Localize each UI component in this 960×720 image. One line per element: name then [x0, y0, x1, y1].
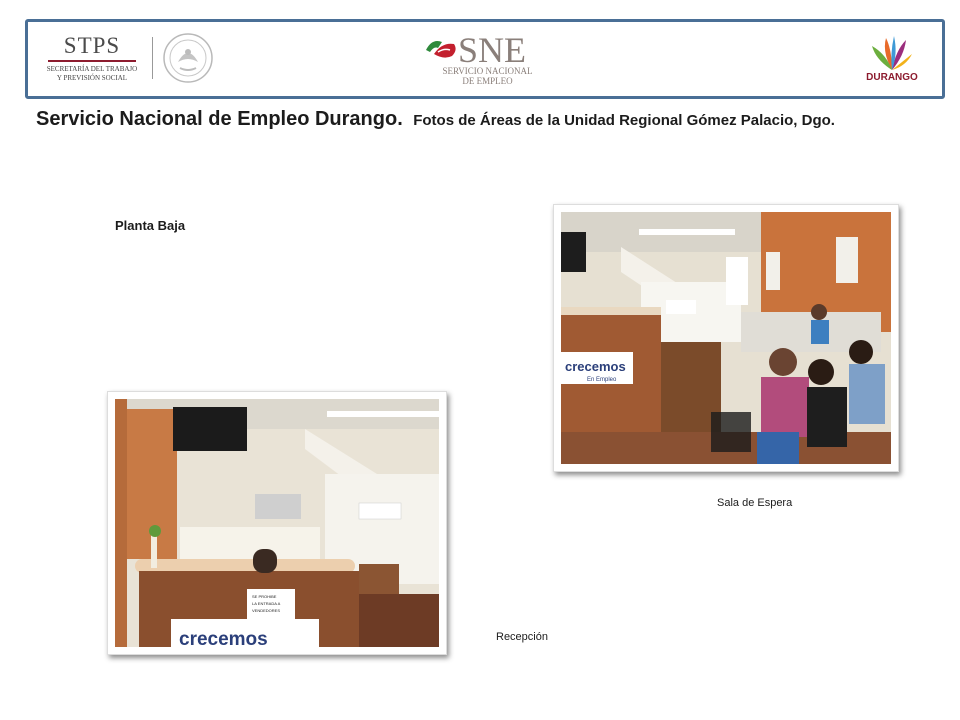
waiting-sign-crecemos: crecemos: [565, 359, 626, 374]
logo-divider: [152, 37, 153, 79]
waiting-room-image: crecemos En Empleo: [561, 212, 891, 464]
mexican-seal-icon: [163, 33, 213, 83]
stps-name: STPS: [63, 33, 121, 58]
caption-reception: Recepción: [496, 631, 548, 643]
photo-reception: SE PROHIBE LA ENTRADA A VENDEDORES crece…: [107, 391, 447, 655]
stps-line2: Y PREVISIÓN SOCIAL: [56, 74, 128, 82]
title-main: Servicio Nacional de Empleo Durango.: [36, 108, 403, 130]
reception-sign-crecemos: crecemos: [179, 629, 268, 647]
stps-logo: STPS SECRETARÍA DEL TRABAJO Y PREVISIÓN …: [42, 34, 142, 86]
sne-logo: SNE SERVICIO NACIONAL DE EMPLEO: [424, 30, 544, 90]
floor-label: Planta Baja: [115, 218, 186, 233]
header-banner: STPS SECRETARÍA DEL TRABAJO Y PREVISIÓN …: [25, 19, 945, 99]
sne-handshake-icon: [426, 41, 456, 58]
durango-name: DURANGO: [866, 72, 918, 83]
stps-line1: SECRETARÍA DEL TRABAJO: [46, 65, 138, 73]
reception-sign-line3: VENDEDORES: [252, 608, 280, 613]
photo-waiting-room: crecemos En Empleo: [553, 204, 899, 472]
page-title: Servicio Nacional de Empleo Durango. Fot…: [36, 108, 835, 131]
caption-waiting-room: Sala de Espera: [717, 497, 793, 509]
waiting-sign-en-empleo: En Empleo: [587, 377, 617, 383]
title-sub: Fotos de Áreas de la Unidad Regional Góm…: [413, 112, 835, 129]
sne-line2: DE EMPLEO: [462, 76, 513, 86]
sne-name: SNE: [458, 30, 527, 70]
sne-line1: SERVICIO NACIONAL: [442, 66, 533, 76]
durango-flower-icon: [872, 36, 912, 70]
reception-sign-line1: SE PROHIBE: [252, 594, 277, 599]
durango-logo: DURANGO: [862, 32, 922, 88]
reception-image: SE PROHIBE LA ENTRADA A VENDEDORES crece…: [115, 399, 439, 647]
reception-sign-line2: LA ENTRADA A: [252, 601, 281, 606]
